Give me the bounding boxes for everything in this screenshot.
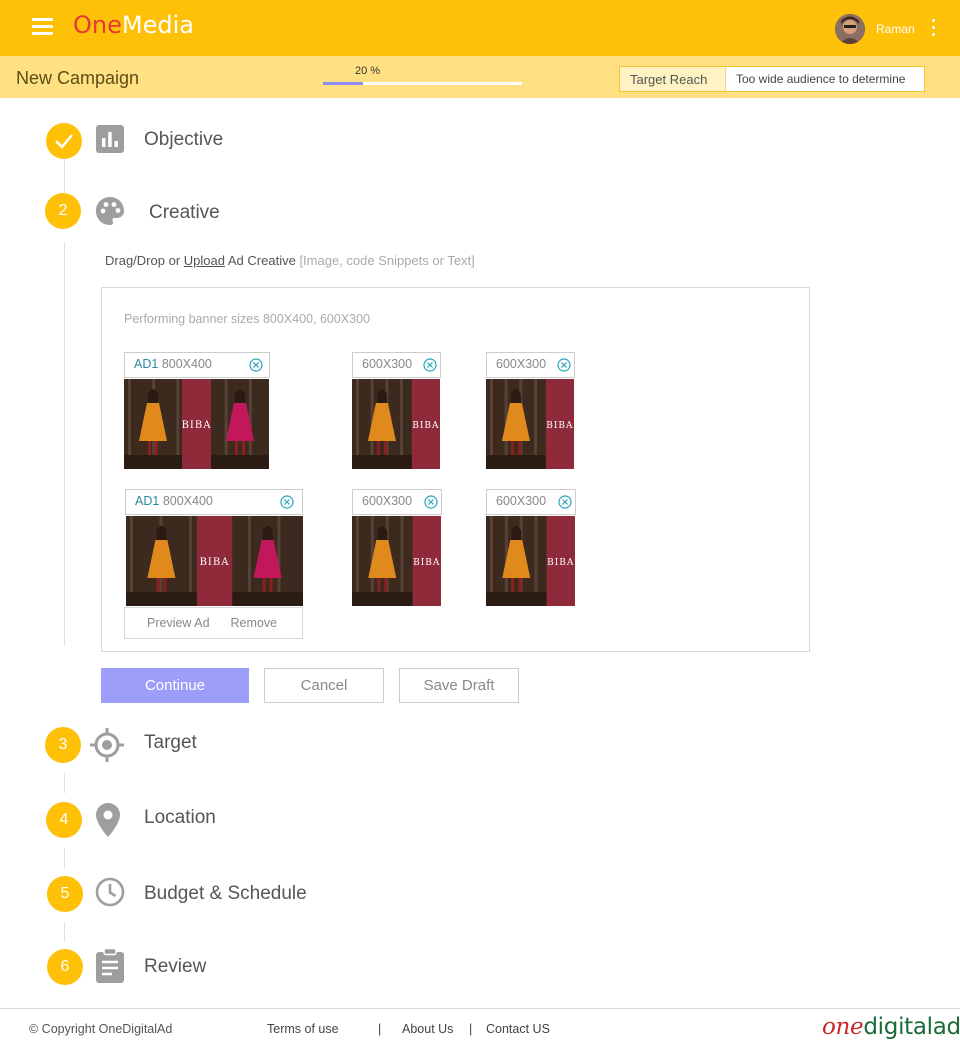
banner-sizes-hint: Performing banner sizes 800X400, 600X300 [124,312,370,326]
more-options-icon[interactable] [929,19,937,39]
remove-icon[interactable] [423,358,437,372]
step-title-location[interactable]: Location [144,807,216,829]
menu-icon[interactable] [32,18,53,35]
preview-ad-link[interactable]: Preview Ad [147,616,210,630]
upload-instructions: Drag/Drop or Upload Ad Creative [Image, … [105,253,475,268]
remove-icon[interactable] [424,495,438,509]
svg-text:BIBA: BIBA [412,421,439,431]
app-logo[interactable]: OneMedia [73,11,194,39]
app-bar: OneMedia Raman [0,0,960,56]
step-objective-check[interactable] [46,123,82,159]
step-number-target[interactable]: 3 [45,727,81,763]
ad-banner-image: BIBA [352,516,441,606]
remove-ad-link[interactable]: Remove [231,616,278,630]
ad-size: 600X300 [496,494,547,508]
username[interactable]: Raman [876,22,915,36]
target-icon [87,725,127,765]
footer-logo-rest: digitalad [863,1014,960,1040]
ad-size: 600X300 [362,357,413,371]
bar-chart-icon [90,119,130,159]
remove-icon[interactable] [557,358,571,372]
ad-header: AD1 800X400 [125,489,303,515]
svg-text:BIBA: BIBA [182,420,212,431]
step-number-location[interactable]: 4 [46,802,82,838]
footer-separator: | [378,1022,382,1036]
brand-one: One [73,11,122,39]
remove-icon[interactable] [280,495,294,509]
footer: © Copyright OneDigitalAd Terms of use | … [0,1008,960,1048]
continue-button[interactable]: Continue [101,668,249,703]
palette-icon [90,191,130,231]
cancel-button[interactable]: Cancel [264,668,384,703]
ad-size: 600X300 [362,494,413,508]
progress-label: 20 % [355,65,381,77]
ad-tag: AD1 [135,494,160,508]
target-reach-label: Target Reach [620,67,726,91]
clock-icon [90,872,130,912]
campaign-header: New Campaign 20 % Target Reach Too wide … [0,56,960,98]
target-reach-box: Target Reach Too wide audience to determ… [619,66,925,92]
instr-or: or [168,253,181,268]
svg-text:BIBA: BIBA [546,421,573,431]
footer-logo-one: one [822,1014,864,1040]
footer-separator: | [469,1022,473,1036]
avatar[interactable] [835,14,865,44]
step-connector [64,773,65,793]
ad-tag: AD1 [134,357,159,371]
brand-media: Media [121,11,194,39]
save-draft-button[interactable]: Save Draft [399,668,519,703]
step-title-budget-schedule[interactable]: Budget & Schedule [144,883,307,905]
ad-size: 600X300 [496,357,547,371]
step-title-target[interactable]: Target [144,732,197,754]
page-title: New Campaign [16,68,140,88]
terms-link[interactable]: Terms of use [267,1022,339,1036]
progress-bar [323,82,522,85]
instr-ad-creative: Ad Creative [227,253,296,268]
svg-text:BIBA: BIBA [547,558,574,568]
copyright: © Copyright OneDigitalAd [29,1022,173,1036]
ad-actions: Preview Ad Remove [124,607,303,639]
step-connector [64,242,65,646]
instr-hint: [Image, code Snippets or Text] [299,253,475,268]
location-pin-icon [88,800,128,840]
ad-banner-image: BIBA [124,379,269,469]
about-link[interactable]: About Us [402,1022,453,1036]
footer-logo[interactable]: onedigitalad [822,1014,960,1040]
remove-icon[interactable] [249,358,263,372]
svg-text:BIBA: BIBA [200,557,230,568]
ad-banner-image: BIBA [486,516,575,606]
step-title-objective[interactable]: Objective [144,129,223,151]
step-number-review[interactable]: 6 [47,949,83,985]
target-reach-value: Too wide audience to determine [736,72,906,86]
step-connector [64,848,65,868]
checkmark-icon [55,134,73,149]
ad-banner-image: BIBA [352,379,440,469]
upload-link[interactable]: Upload [184,253,225,268]
instr-dragdrop: Drag/Drop [105,253,165,268]
ad-banner-image: BIBA [486,379,574,469]
ad-size: 800X400 [162,494,213,508]
step-number-budget[interactable]: 5 [47,876,83,912]
contact-link[interactable]: Contact US [486,1022,550,1036]
step-connector [64,922,65,942]
remove-icon[interactable] [558,495,572,509]
svg-text:BIBA: BIBA [413,558,440,568]
step-number-creative[interactable]: 2 [45,193,81,229]
ad-size: 800X400 [161,357,212,371]
ad-banner-image: BIBA [126,516,303,606]
progress-fill [323,82,363,85]
step-title-creative[interactable]: Creative [149,202,220,224]
step-title-review[interactable]: Review [144,956,206,978]
clipboard-icon [90,946,130,986]
step-connector [64,159,65,193]
